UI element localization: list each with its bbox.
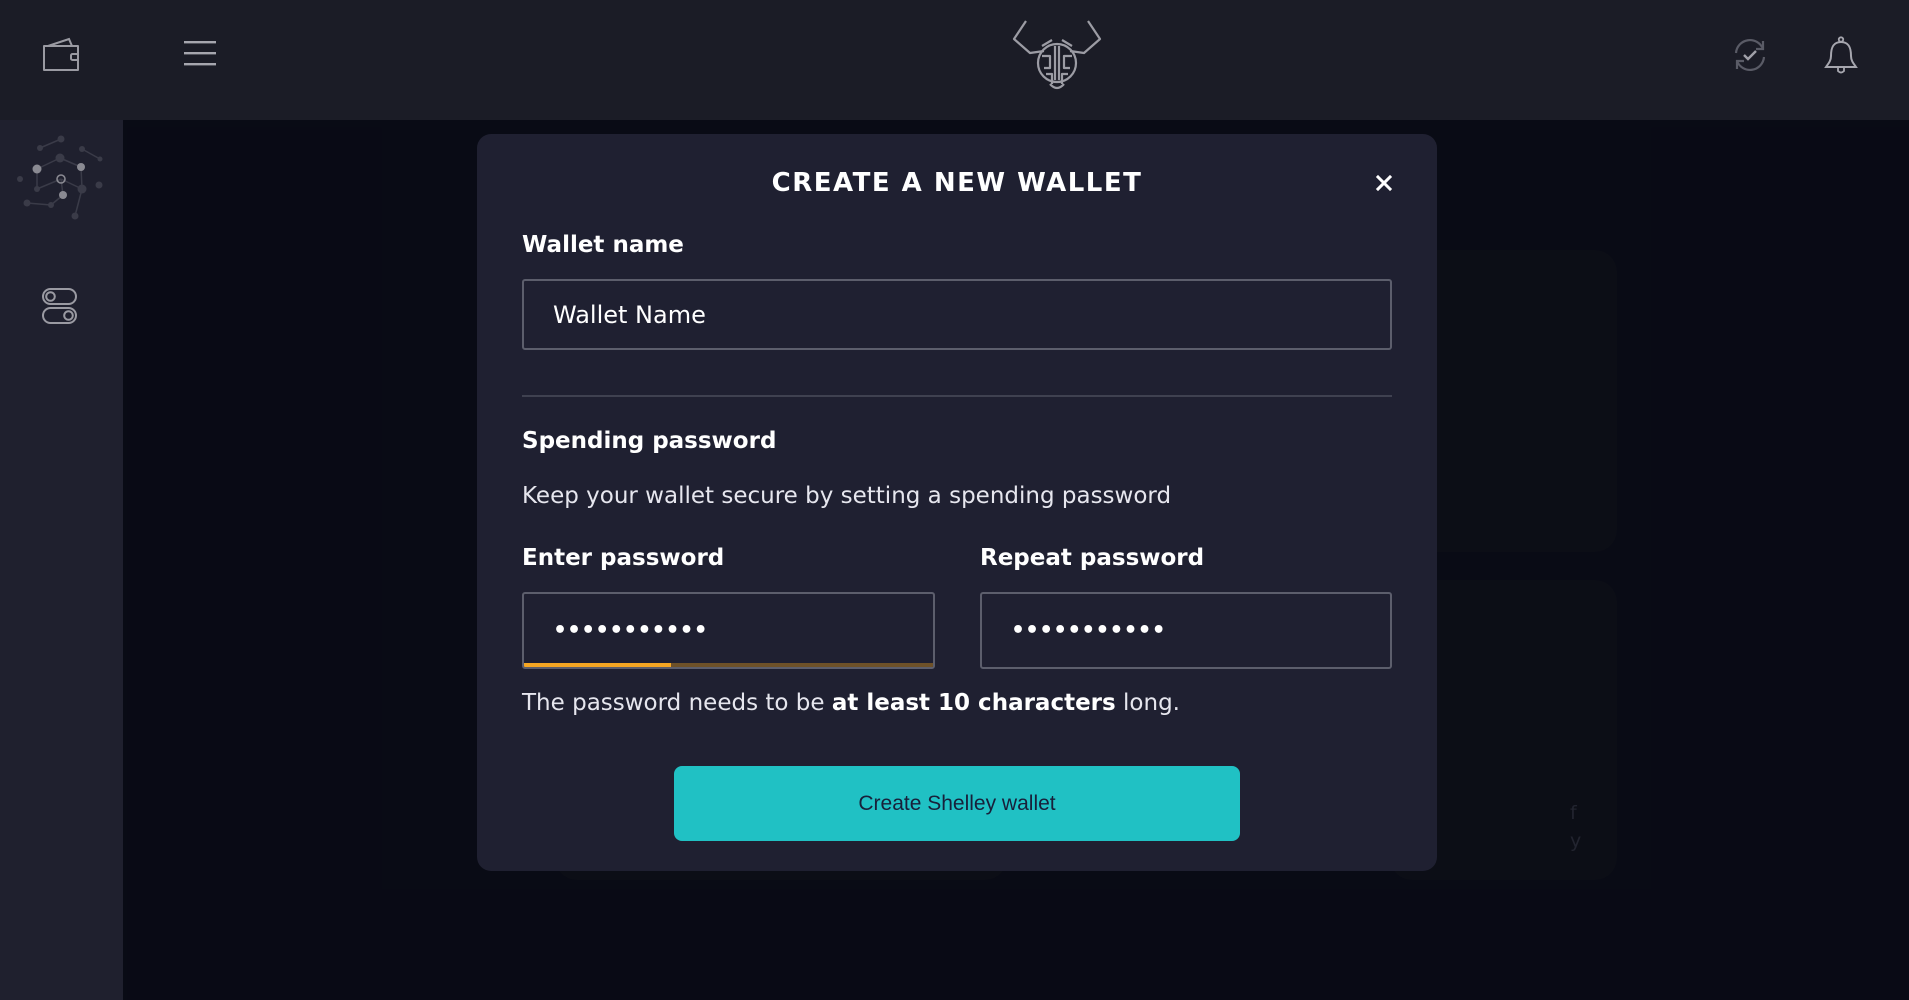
password-hint: The password needs to be at least 10 cha…: [522, 690, 1180, 716]
app-logo: [1012, 18, 1102, 92]
repeat-password-label: Repeat password: [980, 545, 1205, 571]
sidebar-item-network[interactable]: [10, 125, 110, 225]
menu-button[interactable]: [183, 38, 217, 68]
sidebar: [0, 0, 123, 1000]
bell-notification-icon: [1824, 36, 1858, 74]
close-icon: [1375, 174, 1393, 192]
enter-password-input[interactable]: •••••••••••: [522, 592, 935, 669]
bull-head-logo-icon: [1012, 20, 1102, 90]
section-divider: [522, 395, 1392, 397]
hint-prefix: The password needs to be: [522, 690, 832, 716]
toggle-settings-icon: [42, 288, 77, 324]
spending-password-heading: Spending password: [522, 428, 777, 454]
close-button[interactable]: [1371, 170, 1397, 196]
repeat-password-input[interactable]: •••••••••••: [980, 592, 1392, 669]
notifications-button[interactable]: [1824, 36, 1858, 74]
create-wallet-dialog: CREATE A NEW WALLET Wallet name Wallet N…: [477, 134, 1437, 871]
hamburger-menu-icon: [184, 41, 216, 66]
password-strength-fill: [524, 663, 672, 667]
network-icon: [17, 135, 103, 220]
spending-password-description: Keep your wallet secure by setting a spe…: [522, 483, 1172, 509]
sidebar-item-wallets[interactable]: [0, 0, 123, 120]
top-header: [123, 0, 1909, 120]
dialog-title: CREATE A NEW WALLET: [771, 168, 1143, 198]
hint-suffix: long.: [1115, 690, 1180, 716]
sync-status-button[interactable]: [1732, 37, 1768, 73]
enter-password-label: Enter password: [522, 545, 725, 571]
repeat-password-value: •••••••••••: [1011, 618, 1166, 643]
hint-requirement: at least 10 characters: [831, 690, 1116, 716]
sync-status-icon: [1734, 39, 1766, 71]
enter-password-value: •••••••••••: [553, 618, 708, 643]
wallet-name-label: Wallet name: [522, 232, 684, 258]
password-strength-bar: [524, 663, 933, 667]
wallet-icon: [43, 37, 79, 71]
create-shelley-wallet-button[interactable]: Create Shelley wallet: [674, 766, 1240, 841]
wallet-name-input[interactable]: Wallet Name: [522, 279, 1392, 350]
wallet-name-value: Wallet Name: [553, 300, 706, 329]
sidebar-item-settings[interactable]: [41, 287, 79, 325]
